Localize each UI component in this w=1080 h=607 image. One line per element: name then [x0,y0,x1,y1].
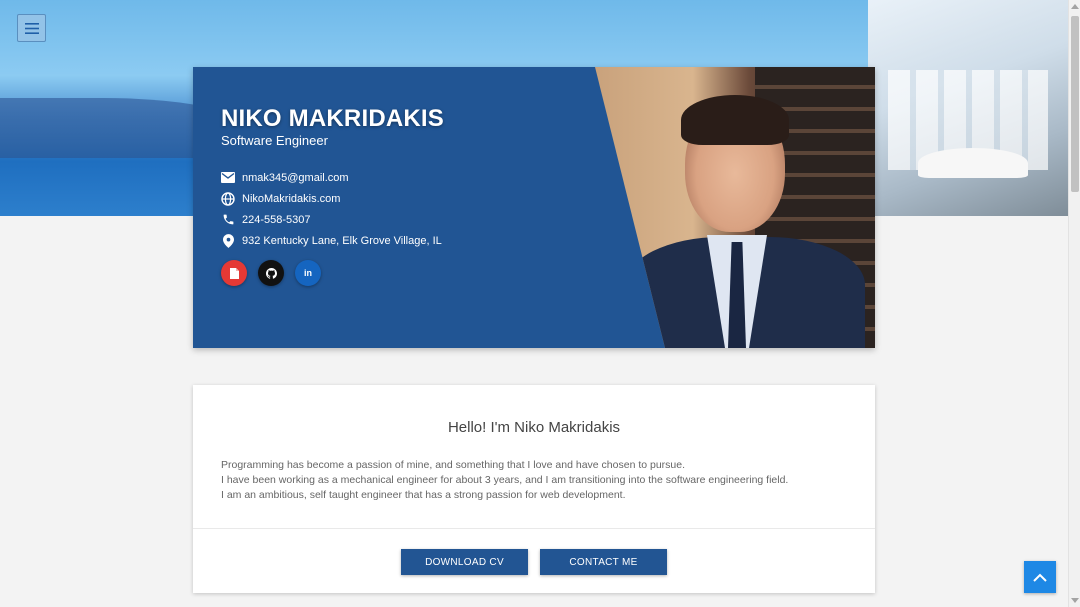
about-card: Hello! I'm Niko Makridakis Programming h… [193,385,875,593]
about-line: I have been working as a mechanical engi… [221,474,789,486]
hamburger-icon [24,22,39,34]
contact-website[interactable]: NikoMakridakis.com [221,188,442,209]
contact-phone[interactable]: 224-558-5307 [221,209,442,230]
hero-town [868,0,1068,216]
photo-hair [681,95,789,145]
divider [193,528,875,529]
about-actions: DOWNLOAD CV CONTACT ME [193,549,875,575]
contact-me-button[interactable]: CONTACT ME [540,549,667,575]
address-text: 932 Kentucky Lane, Elk Grove Village, IL [242,234,442,247]
phone-text: 224-558-5307 [242,213,311,226]
contact-email[interactable]: nmak345@gmail.com [221,167,442,188]
download-cv-button[interactable]: DOWNLOAD CV [401,549,528,575]
scroll-up-arrow-icon[interactable] [1071,4,1079,9]
mail-icon [221,171,235,185]
page-scrollbar[interactable] [1068,0,1080,607]
menu-button[interactable] [17,14,46,42]
chevron-up-icon [1033,573,1047,582]
about-text: Programming has become a passion of mine… [221,458,788,503]
contact-list: nmak345@gmail.com NikoMakridakis.com 224… [221,167,442,251]
document-icon [229,267,239,279]
hero-umbrella [918,148,1028,178]
profile-card: NIKO MAKRIDAKIS Software Engineer nmak34… [193,67,875,348]
github-button[interactable] [258,260,284,286]
profile-name: NIKO MAKRIDAKIS [221,105,444,132]
about-title: Hello! I'm Niko Makridakis [447,419,621,436]
location-pin-icon [221,233,235,248]
scroll-to-top-button[interactable] [1024,561,1056,593]
scroll-down-arrow-icon[interactable] [1071,598,1079,603]
about-line: I am an ambitious, self taught engineer … [221,489,626,501]
phone-icon [221,213,235,227]
contact-address: 932 Kentucky Lane, Elk Grove Village, IL [221,230,442,251]
scrollbar-thumb[interactable] [1071,16,1079,192]
profile-photo [595,67,875,348]
about-line: Programming has become a passion of mine… [221,459,686,471]
github-icon [265,267,277,279]
resume-button[interactable] [221,260,247,286]
linkedin-icon: in [304,268,312,278]
website-text: NikoMakridakis.com [242,192,341,205]
linkedin-button[interactable]: in [295,260,321,286]
email-text: nmak345@gmail.com [242,171,349,184]
globe-icon [221,191,235,206]
profile-role: Software Engineer [221,133,328,148]
social-links: in [221,260,321,286]
